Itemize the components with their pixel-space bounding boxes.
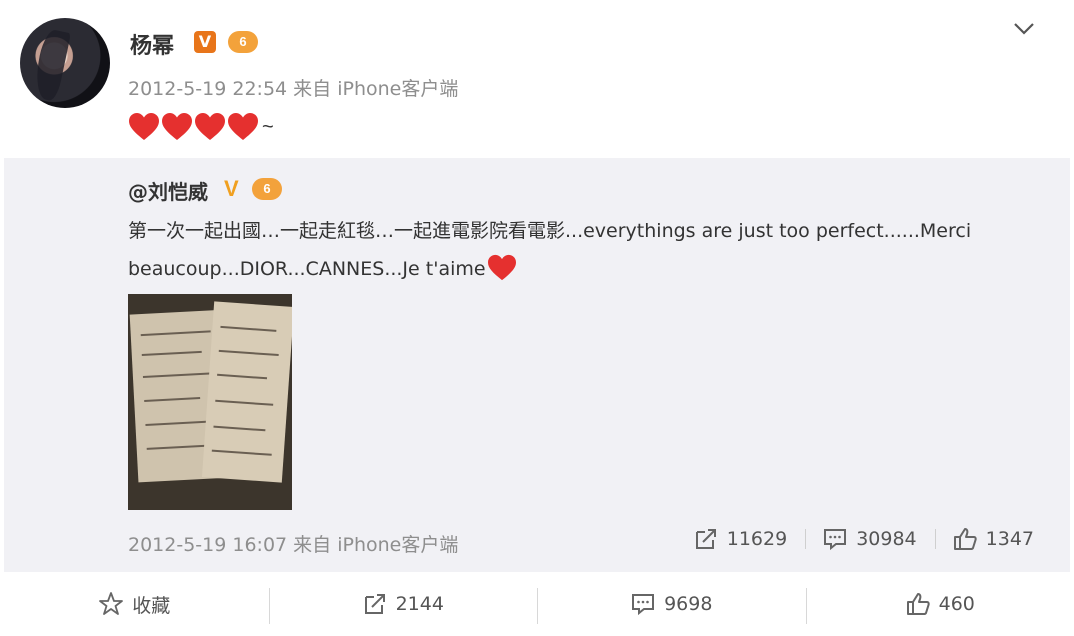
repost-like-count: 1347 [985,528,1034,550]
repost-username[interactable]: @刘恺威 [128,176,208,205]
comment-button[interactable]: 9698 [537,572,806,636]
repost-like-button[interactable]: 1347 [952,526,1034,552]
comment-icon [824,529,847,551]
divider [805,529,807,549]
post-timestamp[interactable]: 2012-5-19 22:54 [128,78,287,100]
post-meta: 2012-5-19 22:54 来自 iPhone客户端 [128,74,458,101]
post-source: 来自 iPhone客户端 [293,78,459,100]
post-username[interactable]: 杨幂 [130,28,174,60]
post-content: ~ [128,110,274,144]
repost-meta: 2012-5-19 16:07 来自 iPhone客户端 [128,530,458,557]
photo-paper-right [201,301,292,483]
repost-text: 第一次一起出國…一起走紅毯…一起進電影院看電影...everythings ar… [128,212,1038,288]
heart-icon [195,113,225,140]
favorite-button[interactable]: 收藏 [0,572,269,636]
thumbs-up-icon [906,593,930,615]
repost-comment-count: 30984 [856,528,917,550]
like-button[interactable]: 460 [805,572,1074,636]
heart-icon [228,113,258,140]
share-icon [695,529,716,549]
chevron-down-icon[interactable] [1012,18,1036,38]
star-icon [99,592,124,615]
repost-count: 2144 [395,593,444,615]
post-header: 杨幂 V 6 2012-5-19 22:54 来自 iPhone客户端 ~ [0,0,1074,158]
avatar[interactable] [20,18,110,108]
verified-badge: V [224,176,239,201]
heart-icon [162,113,192,140]
repost-source: 来自 iPhone客户端 [293,534,459,556]
verified-badge: V [194,31,216,53]
repost-comment-button[interactable]: 30984 [822,526,917,552]
reposted-weibo[interactable]: @刘恺威 V 6 第一次一起出國…一起走紅毯…一起進電影院看電影...every… [4,158,1070,572]
level-badge-icon: 6 [228,31,258,53]
divider [934,529,936,549]
like-count: 460 [938,593,975,615]
heart-icon [129,113,159,140]
share-icon [364,594,385,614]
repost-forward-button[interactable]: 11629 [693,526,787,552]
repost-photo[interactable] [128,294,292,510]
favorite-label: 收藏 [132,594,171,617]
repost-timestamp[interactable]: 2012-5-19 16:07 [128,534,287,556]
thumbs-up-icon [953,528,977,550]
post-text-tail: ~ [262,115,274,138]
repost-button[interactable]: 2144 [268,572,538,636]
action-bar: 收藏 2144 9698 460 [0,572,1074,636]
comment-icon [632,594,655,616]
repost-forward-count: 11629 [726,528,788,550]
repost-stats: 11629 30984 1347 [693,526,1034,552]
repost-text-body: 第一次一起出國…一起走紅毯…一起進電影院看電影...everythings ar… [128,220,972,280]
heart-icon [487,254,516,281]
comment-count: 9698 [664,593,713,615]
level-badge-icon: 6 [252,178,282,200]
